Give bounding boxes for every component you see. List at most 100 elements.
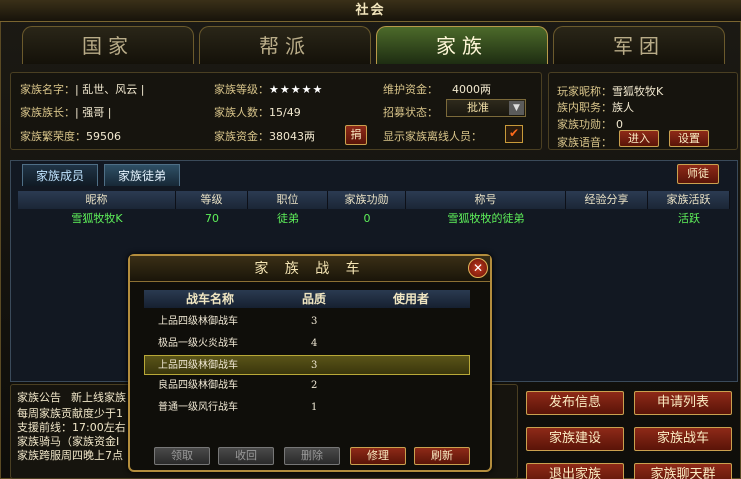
family-build-button[interactable]: 家族建设 <box>526 427 624 451</box>
column-activity[interactable]: 家族活跃 <box>648 191 730 209</box>
chevron-down-icon[interactable]: ▼ <box>509 101 524 115</box>
column-level[interactable]: 等级 <box>176 191 248 209</box>
quit-family-button[interactable]: 退出家族 <box>526 463 624 479</box>
window-titlebar[interactable]: 社会 <box>0 0 741 22</box>
family-leader-value: | 强哥 | <box>75 106 112 119</box>
family-chariot-button[interactable]: 家族战车 <box>634 427 732 451</box>
family-funds-label: 家族资金： <box>214 130 269 143</box>
claim-button[interactable]: 领取 <box>154 447 210 465</box>
tab-family-apprentices[interactable]: 家族徒弟 <box>104 164 180 186</box>
chariot-row[interactable]: 上品四级林御战车 3 <box>144 312 470 332</box>
chariot-quality: 4 <box>311 338 318 349</box>
voice-settings-button[interactable]: 设置 <box>669 130 709 147</box>
family-level-label: 家族等级： <box>214 83 269 96</box>
player-merit-row: 家族功勋： 0 <box>557 116 623 132</box>
family-name-label: 家族名字： <box>20 83 75 96</box>
show-offline-row: 显示家族离线人员： <box>383 128 482 144</box>
donate-button[interactable]: 捐 <box>345 125 367 145</box>
player-voice-label: 家族语音： <box>557 136 612 149</box>
family-members-row: 家族人数：15/49 <box>214 104 301 120</box>
chariot-quality: 3 <box>311 360 318 371</box>
family-level-row: 家族等级：★★★★★ <box>214 81 323 97</box>
delete-button[interactable]: 删除 <box>284 447 340 465</box>
column-chariot-user: 使用者 <box>352 290 470 308</box>
chariot-quality: 1 <box>311 402 318 413</box>
recruit-label: 招募状态： <box>383 106 438 119</box>
announcement-line-5: 家族跨服周四晚上7点 <box>17 449 123 462</box>
chariot-name: 极品一级火炎战车 <box>158 338 238 349</box>
family-level-stars: ★★★★★ <box>269 83 324 96</box>
recycle-button[interactable]: 收回 <box>218 447 274 465</box>
player-nickname-row: 玩家昵称：雪狐牧牧K <box>557 83 663 99</box>
member-level: 70 <box>205 212 219 225</box>
chariot-row[interactable]: 极品一级火炎战车 4 <box>144 334 470 354</box>
show-offline-checkbox[interactable]: ✔ <box>505 125 523 143</box>
member-merit: 0 <box>363 212 371 225</box>
player-position-label: 族内职务： <box>557 101 612 114</box>
column-chariot-name: 战车名称 <box>144 290 276 308</box>
family-chat-button[interactable]: 家族聊天群 <box>634 463 732 479</box>
voice-enter-button[interactable]: 进入 <box>619 130 659 147</box>
player-position-row: 族内职务：族人 <box>557 99 634 115</box>
window-title: 社会 <box>355 3 386 18</box>
member-title: 雪狐牧牧的徒弟 <box>447 212 525 225</box>
family-funds-row: 家族资金：38043两 <box>214 128 315 144</box>
family-chariot-dialog: 家 族 战 车 ✕ 战车名称 品质 使用者 上品四级林御战车 3 极品一级火炎战… <box>128 254 492 472</box>
player-nickname-label: 玩家昵称： <box>557 85 612 98</box>
family-leader-row: 家族族长：| 强哥 | <box>20 104 111 120</box>
chariot-quality: 3 <box>311 316 318 327</box>
publish-info-button[interactable]: 发布信息 <box>526 391 624 415</box>
maintenance-value: 4000两 <box>452 83 491 96</box>
column-merit[interactable]: 家族功勋 <box>328 191 406 209</box>
recruit-status-dropdown[interactable]: 批准 ▼ <box>446 99 526 117</box>
family-funds-value: 38043两 <box>269 130 315 143</box>
family-name-row: 家族名字：| 乱世、风云 | <box>20 81 144 97</box>
column-exp-share[interactable]: 经验分享 <box>566 191 648 209</box>
apply-list-button[interactable]: 申请列表 <box>634 391 732 415</box>
tab-family[interactable]: 家族 <box>376 26 548 64</box>
column-title[interactable]: 称号 <box>406 191 566 209</box>
family-prosperity-row: 家族繁荣度：59506 <box>20 128 121 144</box>
family-prosperity-label: 家族繁荣度： <box>20 130 86 143</box>
maintenance-label: 维护资金： <box>383 83 438 96</box>
announcement-label: 家族公告 <box>17 391 61 404</box>
close-icon[interactable]: ✕ <box>468 258 488 278</box>
column-position[interactable]: 职位 <box>248 191 328 209</box>
player-position-value: 族人 <box>612 101 634 114</box>
member-activity: 活跃 <box>678 212 700 225</box>
chariot-row[interactable]: 普通一级风行战车 1 <box>144 398 470 418</box>
chariot-row-selected[interactable]: 上品四级林御战车 3 <box>144 355 470 375</box>
member-nickname: 雪狐牧牧K <box>71 212 123 225</box>
recruit-status-value: 批准 <box>467 101 489 114</box>
refresh-button[interactable]: 刷新 <box>414 447 470 465</box>
tab-legion[interactable]: 军团 <box>553 26 725 64</box>
chariot-quality: 2 <box>311 380 318 391</box>
tab-family-members[interactable]: 家族成员 <box>22 164 98 186</box>
repair-button[interactable]: 修理 <box>350 447 406 465</box>
chariot-name: 良品四级林御战车 <box>158 380 238 391</box>
maintenance-row: 维护资金： 4000两 <box>383 81 491 97</box>
member-exp-share <box>566 211 648 227</box>
member-position: 徒弟 <box>277 212 299 225</box>
family-prosperity-value: 59506 <box>86 130 121 143</box>
player-merit-label: 家族功勋： <box>557 118 612 131</box>
player-nickname-value: 雪狐牧牧K <box>612 85 664 98</box>
column-nickname[interactable]: 昵称 <box>18 191 176 209</box>
chariot-name: 普通一级风行战车 <box>158 402 238 413</box>
family-members-value: 15/49 <box>269 106 301 119</box>
mentor-button[interactable]: 师徒 <box>677 164 719 184</box>
chariot-row[interactable]: 良品四级林御战车 2 <box>144 376 470 396</box>
family-name-value: | 乱世、风云 | <box>75 83 145 96</box>
chariot-name: 上品四级林御战车 <box>158 360 238 371</box>
family-leader-label: 家族族长： <box>20 106 75 119</box>
recruit-row: 招募状态： <box>383 104 438 120</box>
announcement-line-1: 新上线家族 <box>71 391 126 404</box>
tab-country[interactable]: 国家 <box>22 26 194 64</box>
show-offline-label: 显示家族离线人员： <box>383 130 482 143</box>
player-voice-row: 家族语音： <box>557 134 612 150</box>
family-members-label: 家族人数： <box>214 106 269 119</box>
dialog-title[interactable]: 家 族 战 车 <box>130 256 490 282</box>
column-chariot-quality: 品质 <box>276 290 352 308</box>
chariot-name: 上品四级林御战车 <box>158 316 238 327</box>
tab-faction[interactable]: 帮派 <box>199 26 371 64</box>
